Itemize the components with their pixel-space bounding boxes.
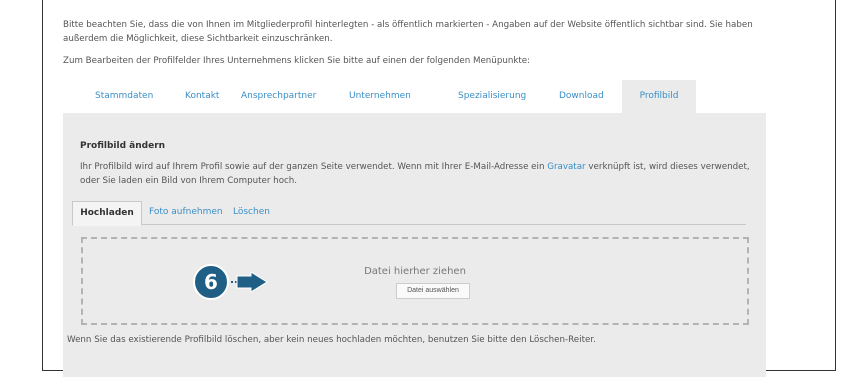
frame-right-border xyxy=(835,0,836,371)
gravatar-link[interactable]: Gravatar xyxy=(547,162,585,172)
menu-instructions: Zum Bearbeiten der Profilfelder Ihres Un… xyxy=(63,56,531,66)
arrow-right-icon xyxy=(231,272,268,292)
visibility-notice: Bitte beachten Sie, dass die von Ihnen i… xyxy=(63,20,753,44)
tab-kontakt[interactable]: Kontakt xyxy=(185,80,219,113)
profile-tabs: Stammdaten Kontakt Ansprechpartner Unter… xyxy=(63,80,765,113)
subtab-loeschen[interactable]: Löschen xyxy=(233,201,270,225)
profile-image-panel: Profilbild ändern Ihr Profilbild wird au… xyxy=(63,113,766,377)
tab-spezialisierung[interactable]: Spezialisierung xyxy=(458,80,526,113)
panel-title: Profilbild ändern xyxy=(80,141,166,151)
choose-file-button[interactable]: Datei auswählen xyxy=(396,283,470,299)
subtab-hochladen[interactable]: Hochladen xyxy=(72,201,142,226)
frame-left-border xyxy=(42,0,43,371)
tab-download[interactable]: Download xyxy=(559,80,604,113)
upload-subtabs: Hochladen Foto aufnehmen Löschen xyxy=(72,201,746,226)
tab-ansprechpartner[interactable]: Ansprechpartner xyxy=(241,80,316,113)
subtab-foto-aufnehmen[interactable]: Foto aufnehmen xyxy=(149,201,223,225)
tab-stammdaten[interactable]: Stammdaten xyxy=(95,80,153,113)
delete-hint: Wenn Sie das existierende Profilbild lös… xyxy=(67,335,596,345)
step-number-badge: 6 xyxy=(193,264,229,300)
dropzone-text: Datei hierher ziehen xyxy=(364,266,466,277)
panel-description: Ihr Profilbild wird auf Ihrem Profil sow… xyxy=(80,160,760,188)
tab-unternehmen[interactable]: Unternehmen xyxy=(349,80,411,113)
file-dropzone[interactable]: Datei hierher ziehen Datei auswählen xyxy=(81,237,749,325)
tab-profilbild[interactable]: Profilbild xyxy=(622,80,696,113)
description-text-start: Ihr Profilbild wird auf Ihrem Profil sow… xyxy=(80,162,548,172)
